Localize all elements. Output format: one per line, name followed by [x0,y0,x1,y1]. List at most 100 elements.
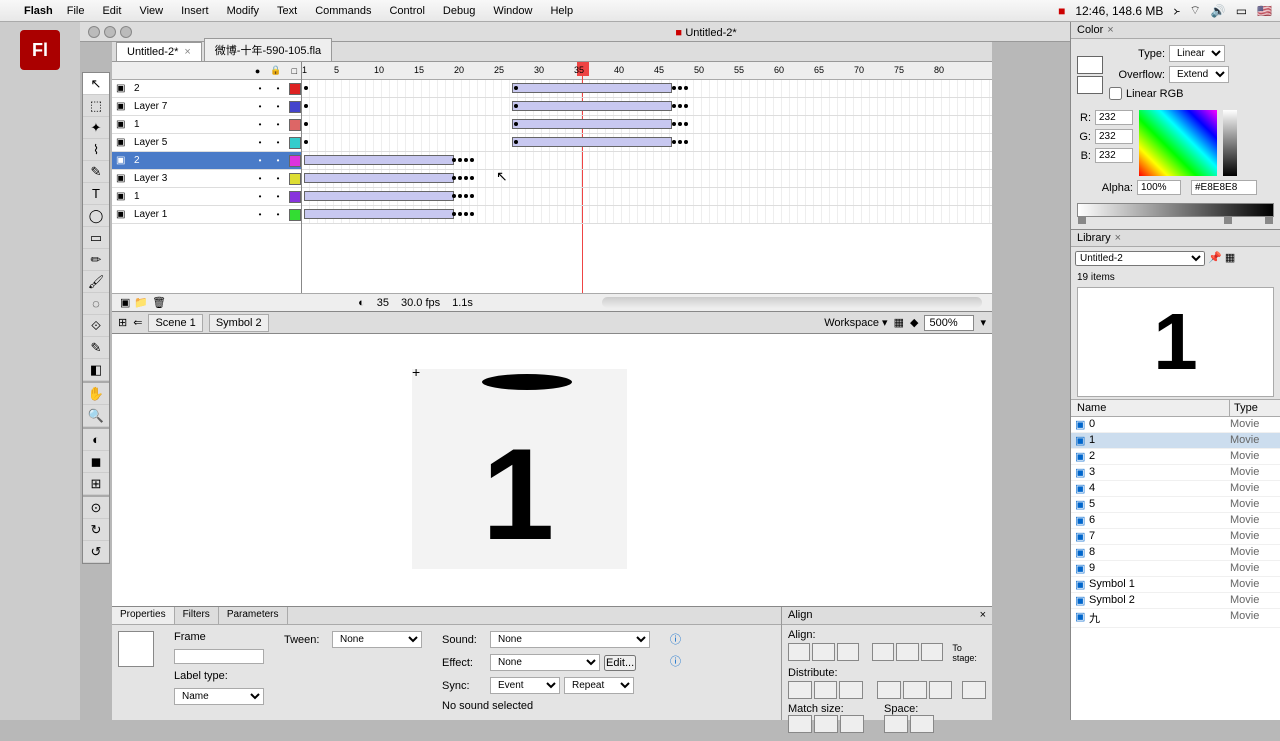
close-panel-icon[interactable]: × [1115,232,1121,244]
layer-name[interactable]: Layer 5 [134,137,249,148]
timeline-layer[interactable]: ▣2•• [112,152,301,170]
timeline-layer[interactable]: ▣2•• [112,80,301,98]
stage[interactable]: + 1 [112,334,992,624]
flash-app-icon[interactable]: Fl [20,30,60,70]
visibility-dot[interactable]: • [253,120,267,129]
menu-edit[interactable]: Edit [102,5,121,17]
help-icon[interactable]: ⓘ [670,631,681,647]
stroke-color-swatch[interactable]: ◐ [83,429,109,451]
snap-tool[interactable]: ⊙ [83,497,109,519]
ink-bottle-tool[interactable]: ◌ [83,293,109,315]
visibility-column-icon[interactable]: ● [255,66,260,76]
stage-shape-2[interactable] [482,374,572,390]
hand-tool[interactable]: ✋ [83,383,109,405]
tab-filters[interactable]: Filters [175,607,219,624]
col-name[interactable]: Name [1071,400,1230,416]
hex-input[interactable] [1191,180,1257,195]
frame-row[interactable] [302,152,992,170]
layer-name[interactable]: 2 [134,83,249,94]
straighten-icon[interactable]: ↺ [83,541,109,563]
space-h-button[interactable] [910,715,934,733]
align-top-button[interactable] [872,643,894,661]
timeline-layer[interactable]: ▣1•• [112,188,301,206]
menu-commands[interactable]: Commands [315,5,371,17]
lock-dot[interactable]: • [271,138,285,147]
edit-scene-icon[interactable]: ⊞ [118,316,127,329]
stage-text-1[interactable]: 1 [482,429,554,559]
layer-color-swatch[interactable] [289,173,301,185]
frame-row[interactable] [302,134,992,152]
library-item[interactable]: ▣7Movie [1071,529,1280,545]
dist-bottom-button[interactable] [839,681,863,699]
layer-name[interactable]: Layer 1 [134,209,249,220]
layer-color-swatch[interactable] [289,83,301,95]
breadcrumb-scene[interactable]: Scene 1 [148,314,202,332]
menu-control[interactable]: Control [389,5,424,17]
rectangle-tool[interactable]: ▭ [83,227,109,249]
r-input[interactable] [1095,110,1133,125]
flag-icon[interactable]: 🇺🇸 [1257,4,1272,18]
sync-select[interactable]: Event [490,677,560,694]
library-item[interactable]: ▣九Movie [1071,609,1280,628]
lasso-tool[interactable]: ⌇ [83,139,109,161]
overflow-select[interactable]: Extend [1169,66,1229,83]
align-hcenter-button[interactable] [812,643,834,661]
frame-name-input[interactable] [174,649,264,664]
outline-column-icon[interactable]: □ [292,66,297,76]
dist-hcenter-button[interactable] [903,681,927,699]
timeline-layer[interactable]: ▣1•• [112,116,301,134]
close-tab-icon[interactable]: × [184,46,190,58]
gradient-stop[interactable] [1224,216,1232,224]
bluetooth-icon[interactable]: ᚛ [1173,4,1179,18]
zoom-window-icon[interactable] [120,26,132,38]
repeat-select[interactable]: Repeat [564,677,634,694]
pin-icon[interactable]: 📌 [1208,252,1222,264]
match-both-button[interactable] [840,715,864,733]
lock-dot[interactable]: • [271,84,285,93]
menu-file[interactable]: File [67,5,85,17]
lock-dot[interactable]: • [271,156,285,165]
swap-colors-icon[interactable]: ⊞ [83,473,109,495]
layer-color-swatch[interactable] [289,191,301,203]
library-list[interactable]: ▣0Movie▣1Movie▣2Movie▣3Movie▣4Movie▣5Mov… [1071,417,1280,720]
menu-window[interactable]: Window [493,5,532,17]
frame-ruler[interactable]: 15101520253035404550556065707580 [302,62,992,80]
frame-row[interactable] [302,170,992,188]
lock-dot[interactable]: • [271,192,285,201]
visibility-dot[interactable]: • [253,102,267,111]
frame-row[interactable] [302,98,992,116]
layer-color-swatch[interactable] [289,209,301,221]
library-item[interactable]: ▣4Movie [1071,481,1280,497]
align-bottom-button[interactable] [921,643,943,661]
layer-color-swatch[interactable] [289,155,301,167]
layer-color-swatch[interactable] [289,137,301,149]
new-layer-icon[interactable]: ▣ [120,296,130,309]
visibility-dot[interactable]: • [253,138,267,147]
library-item[interactable]: ▣9Movie [1071,561,1280,577]
library-item[interactable]: ▣8Movie [1071,545,1280,561]
lock-dot[interactable]: • [271,174,285,183]
selection-tool[interactable]: ↖ [83,73,109,95]
match-width-button[interactable] [788,715,812,733]
battery-icon[interactable]: ▭ [1236,4,1247,18]
layer-color-swatch[interactable] [289,101,301,113]
free-transform-tool[interactable]: ✦ [83,117,109,139]
close-panel-icon[interactable]: × [1107,24,1113,36]
b-input[interactable] [1095,148,1133,163]
library-source-select[interactable]: Untitled-2 [1075,251,1205,266]
brush-tool[interactable]: 🖌 [83,271,109,293]
minimize-window-icon[interactable] [104,26,116,38]
timeline-scrollbar[interactable] [602,297,982,308]
lock-column-icon[interactable]: 🔒 [270,65,281,76]
lock-dot[interactable]: • [271,102,285,111]
color-picker[interactable] [1139,110,1217,176]
volume-icon[interactable]: 🔊 [1211,4,1226,18]
library-item[interactable]: ▣0Movie [1071,417,1280,433]
frame-row[interactable] [302,206,992,224]
color-type-select[interactable]: Linear [1169,45,1225,62]
col-type[interactable]: Type [1230,400,1280,416]
eraser-tool[interactable]: ◧ [83,359,109,381]
timeline-layer[interactable]: ▣Layer 1•• [112,206,301,224]
alpha-input[interactable] [1137,180,1181,195]
space-v-button[interactable] [884,715,908,733]
